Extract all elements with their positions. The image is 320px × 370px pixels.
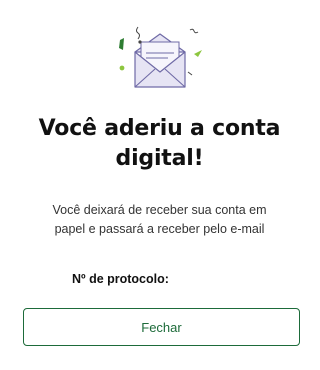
dialog-title-line-1: Você aderiu a conta (38, 116, 281, 141)
protocol-row: Nº de protocolo: (72, 271, 238, 287)
protocol-label: Nº de protocolo: (72, 272, 169, 286)
dialog-message: Você deixará de receber sua conta em pap… (20, 201, 299, 239)
close-button[interactable]: Fechar (23, 308, 300, 346)
dialog-title-line-2: digital! (115, 146, 204, 171)
confirmation-dialog: Você aderiu a conta digital! Você deixar… (0, 0, 319, 370)
dialog-message-line-1: Você deixará de receber sua conta em (52, 203, 267, 217)
dialog-title: Você aderiu a conta digital! (0, 114, 319, 174)
dialog-message-line-2: papel e passará a receber pelo e-mail (54, 222, 265, 236)
open-envelope-icon (119, 26, 202, 88)
